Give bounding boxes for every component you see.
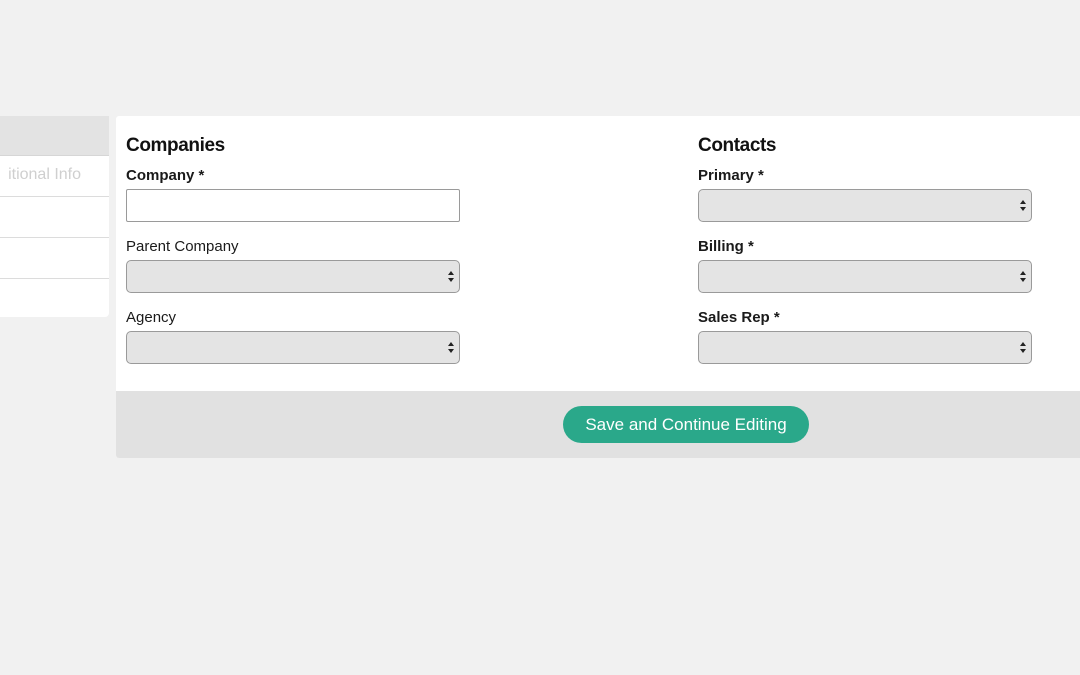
sales-rep-field: Sales Rep * xyxy=(698,308,1038,364)
companies-section: Companies Company * Parent Company Agenc… xyxy=(126,132,466,379)
form-footer: Save and Continue Editing xyxy=(116,391,1080,458)
select-updown-arrows-icon xyxy=(448,342,454,353)
parent-company-label: Parent Company xyxy=(126,238,239,255)
contacts-section: Contacts Primary * Billing * Sales Rep * xyxy=(698,132,1038,379)
side-nav-item-label: itional Info xyxy=(8,166,81,183)
agency-field: Agency xyxy=(126,308,466,364)
side-nav-item[interactable] xyxy=(0,238,109,279)
side-nav-item[interactable] xyxy=(0,197,109,238)
side-nav: itional Info xyxy=(0,116,109,317)
side-nav-item[interactable] xyxy=(0,279,109,317)
billing-label: Billing * xyxy=(698,238,754,255)
select-updown-arrows-icon xyxy=(1020,342,1026,353)
company-field: Company * xyxy=(126,166,466,222)
primary-field: Primary * xyxy=(698,166,1038,222)
primary-select[interactable] xyxy=(698,189,1032,222)
sales-rep-select[interactable] xyxy=(698,331,1032,364)
select-updown-arrows-icon xyxy=(1020,271,1026,282)
contacts-title: Contacts xyxy=(698,135,777,156)
sales-rep-label: Sales Rep * xyxy=(698,309,780,326)
page: r itional Info Companies Company * Paren… xyxy=(0,0,1080,675)
agency-select[interactable] xyxy=(126,331,460,364)
select-updown-arrows-icon xyxy=(448,271,454,282)
billing-select[interactable] xyxy=(698,260,1032,293)
form-panel: Companies Company * Parent Company Agenc… xyxy=(116,116,1080,458)
side-nav-header xyxy=(0,116,109,156)
select-updown-arrows-icon xyxy=(1020,200,1026,211)
company-input[interactable] xyxy=(126,189,460,222)
companies-title: Companies xyxy=(126,135,225,156)
agency-label: Agency xyxy=(126,309,177,326)
parent-company-select[interactable] xyxy=(126,260,460,293)
save-and-continue-button[interactable]: Save and Continue Editing xyxy=(563,406,809,443)
primary-label: Primary * xyxy=(698,167,764,184)
billing-field: Billing * xyxy=(698,237,1038,293)
side-nav-item-additional-info[interactable]: itional Info xyxy=(0,156,109,197)
company-label: Company * xyxy=(126,167,205,184)
parent-company-field: Parent Company xyxy=(126,237,466,293)
